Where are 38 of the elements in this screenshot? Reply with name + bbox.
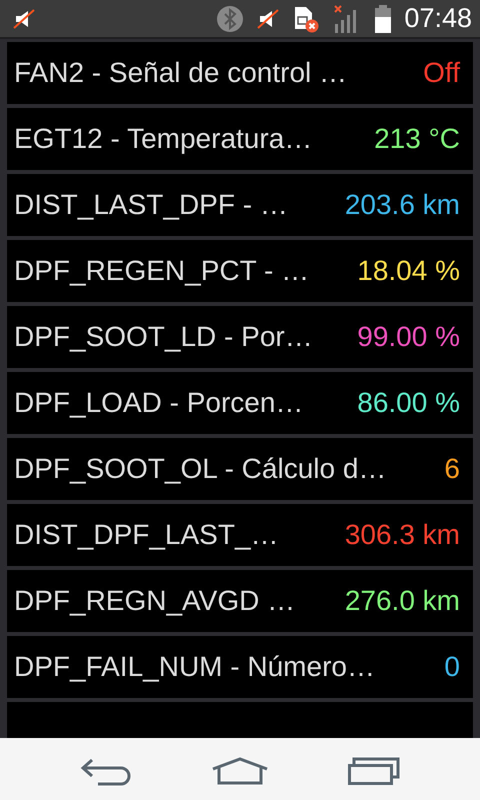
sensor-label: DPF_FAIL_NUM - Número…: [14, 651, 375, 683]
home-icon[interactable]: [210, 756, 269, 784]
sensor-label: DPF_SOOT_OL - Cálculo d…: [14, 453, 386, 485]
sensor-label: DIST_DPF_LAST_…: [14, 519, 279, 551]
sensor-value: 306.3 km: [344, 519, 460, 551]
sim-card-icon: [292, 4, 320, 32]
list-row[interactable]: DPF_LOAD - Porcen… 86.00 %: [7, 372, 473, 434]
sensor-label: EGT12 - Temperatura…: [14, 123, 312, 155]
list-row[interactable]: DIST_LAST_DPF - … 203.6 km: [7, 174, 473, 236]
list-row[interactable]: DIST_DPF_LAST_… 306.3 km: [7, 504, 473, 566]
list-row[interactable]: DPF_FAIL_NUM - Número… 0: [7, 636, 473, 698]
battery-icon: [374, 4, 392, 34]
sensor-value: 0: [444, 651, 460, 683]
mute-icon: [12, 6, 36, 30]
sensor-value: Off: [423, 57, 460, 89]
sensor-label: DPF_REGEN_PCT - …: [14, 255, 310, 287]
sensor-label: DPF_REGN_AVGD …: [14, 585, 296, 617]
list-row[interactable]: FAN2 - Señal de control … Off: [7, 42, 473, 104]
list-row[interactable]: DPF_SOOT_LD - Por… 99.00 %: [7, 306, 473, 368]
sensor-label: FAN2 - Señal de control …: [14, 57, 348, 89]
sensor-value: 203.6 km: [344, 189, 460, 221]
mute-icon: [256, 6, 280, 30]
clock: 07:48: [404, 3, 472, 34]
sensor-label: DPF_SOOT_LD - Por…: [14, 321, 313, 353]
sensor-label: DPF_LOAD - Porcen…: [14, 387, 304, 419]
sensor-value: 6: [444, 453, 460, 485]
sensor-value: 86.00 %: [357, 387, 460, 419]
recent-apps-icon[interactable]: [348, 756, 400, 784]
sensor-value: 213 °C: [374, 123, 460, 155]
sensor-value: 18.04 %: [357, 255, 460, 287]
sensor-value: 276.0 km: [344, 585, 460, 617]
sensor-value: 99.00 %: [357, 321, 460, 353]
list-row[interactable]: DPF_SOOT_OL - Cálculo d… 6: [7, 438, 473, 500]
list-row[interactable]: DPF_REGN_AVGD … 276.0 km: [7, 570, 473, 632]
list-row[interactable]: EGT12 - Temperatura… 213 °C: [7, 108, 473, 170]
list-row[interactable]: DPF_REGEN_PCT - … 18.04 %: [7, 240, 473, 302]
bluetooth-icon: [216, 4, 244, 32]
sensor-label: DIST_LAST_DPF - …: [14, 189, 288, 221]
